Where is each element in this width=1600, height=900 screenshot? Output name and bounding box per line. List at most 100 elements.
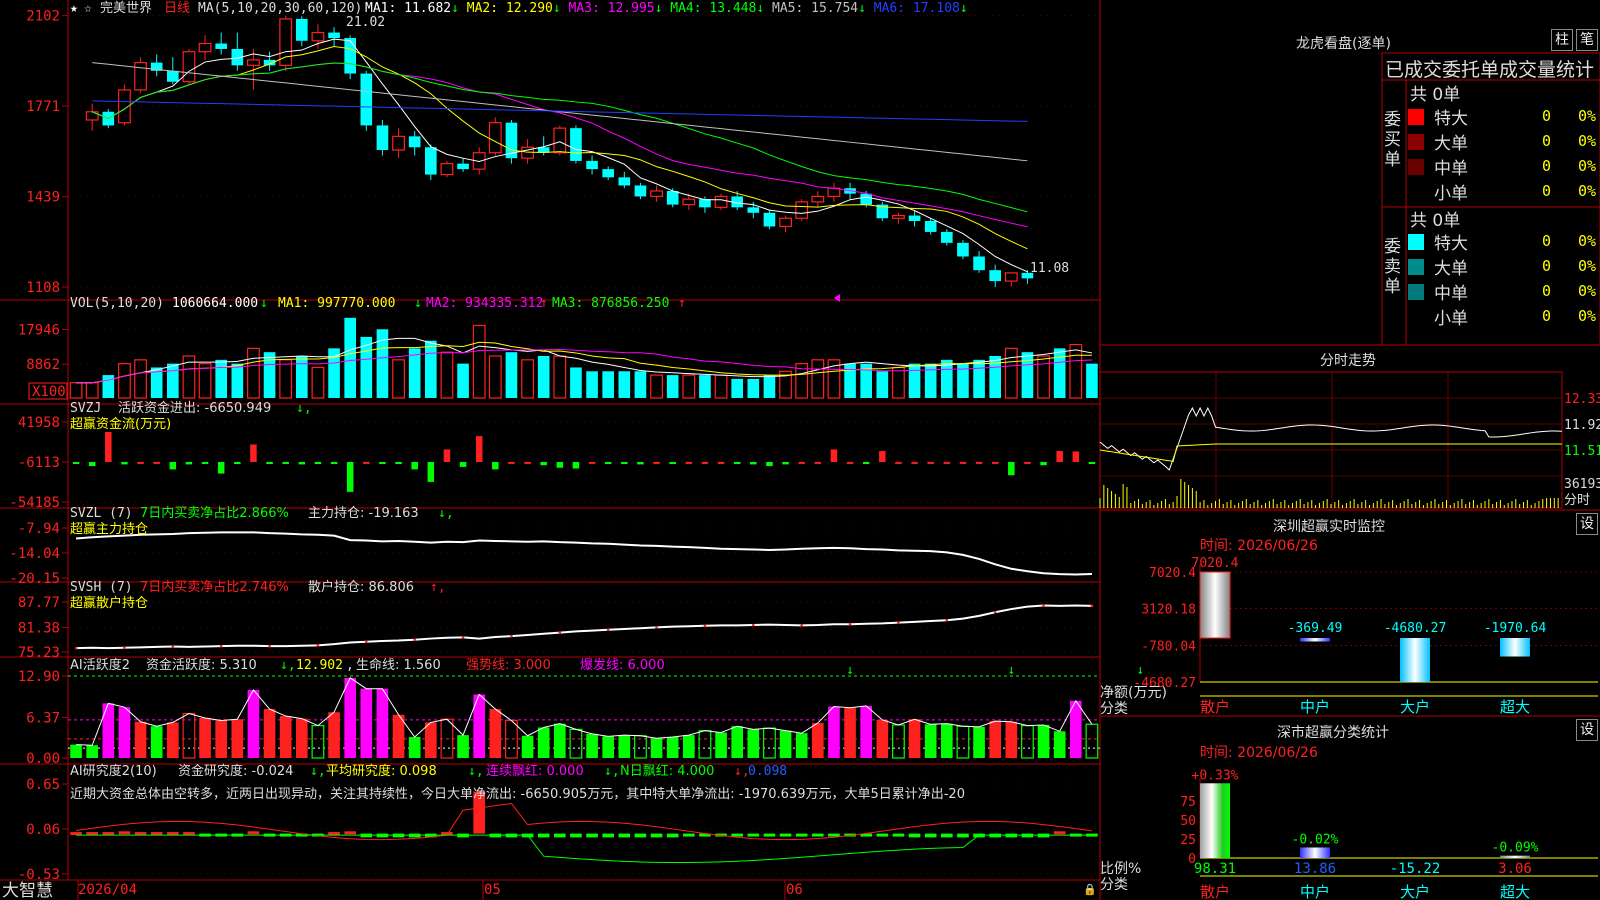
sz-bar-label: -369.49 (1288, 621, 1343, 636)
ma-line (92, 100, 1028, 122)
stats-header: 已成交委托单成交量统计 (1385, 59, 1595, 81)
buy-row-pct: 0% (1578, 107, 1597, 125)
vol-ma1-arrow: ↓ (414, 296, 422, 311)
ai-active-bar (650, 738, 663, 758)
ai-active-bar (457, 735, 469, 758)
ai-active-bar (537, 727, 550, 758)
svzj-bar (588, 461, 596, 464)
volume-bar (392, 359, 405, 399)
ai-research-bar (328, 832, 340, 836)
buy-total: 共 0单 (1410, 85, 1461, 105)
svsh-dot (510, 634, 513, 638)
candle-body (763, 212, 776, 227)
svzj-item: 活跃资金进出: -6650.949 (118, 400, 271, 416)
ai-active-title: AI活跃度2 (70, 657, 130, 673)
svzj-bar (72, 461, 80, 464)
ai-research-bar (602, 833, 614, 838)
bar-mode-button[interactable]: 柱 (1551, 29, 1573, 51)
ss-cat: 中户 (1300, 883, 1330, 900)
svzj-bar (508, 461, 515, 464)
sz-settings-button[interactable]: 设 (1576, 513, 1598, 535)
volume-bar (440, 351, 454, 399)
ss-bar (1200, 783, 1230, 858)
ai-active-i4: 强势线: 3.000 (466, 657, 551, 673)
volume-bar (892, 366, 905, 399)
volume-bar (618, 371, 631, 398)
ai-research-bar (941, 833, 953, 838)
ai-research-bar (779, 833, 792, 837)
candle-body (811, 195, 825, 203)
buy-row-count: 0 (1542, 182, 1552, 200)
buy-side-label: 委买单 (1384, 110, 1401, 170)
ai-research-bar (957, 833, 969, 838)
sell-row-count: 0 (1542, 307, 1552, 325)
candle-body (714, 195, 728, 208)
lh-title: 龙虎看盘(逐单) (1296, 36, 1391, 52)
vol-ma1: MA1: 997770.000 (278, 296, 395, 311)
svzj-bar (524, 461, 531, 464)
svzl-y-label: -20.15 (9, 571, 60, 587)
svzl-y-label: -14.04 (9, 546, 60, 562)
svzj-bar (895, 461, 902, 464)
intraday-y-label: 11.51 (1564, 444, 1600, 459)
volume-bar (650, 374, 663, 399)
volume-bar (1086, 363, 1098, 398)
ai-research-bar (666, 833, 679, 838)
ai-active-bar (328, 712, 340, 758)
lock-icon[interactable]: 🔒 (1083, 883, 1097, 896)
svsh-dot (897, 621, 900, 624)
sz-monitor-bars: 7020.4 3120.18 -780.04 -4680.27 7020.4 散户 -369… (1133, 556, 1598, 716)
candle-body (440, 163, 454, 176)
ai-research-bar (86, 832, 98, 836)
svzj-bar (991, 461, 999, 464)
svsh-y-label: 75.23 (18, 645, 60, 661)
intraday-avg-line (1099, 443, 1562, 462)
svzj-bar (1040, 461, 1047, 466)
ma-legend-item: MA6: 17.108 (874, 1, 960, 16)
ai-research-bar (118, 831, 131, 835)
ai-active-bar (941, 723, 953, 758)
svzj-bar (540, 461, 547, 466)
svzj-bar (637, 461, 644, 465)
ai-active-bar (360, 688, 373, 758)
sell-row-label: 大单 (1434, 259, 1468, 279)
candle-body (198, 42, 212, 53)
volume-bars (69, 317, 1098, 399)
svzj-bar (798, 461, 805, 464)
svzj-bar (750, 461, 757, 465)
volume-bar (457, 363, 469, 398)
ai-research-bar (892, 833, 905, 837)
svzj-bar (556, 461, 564, 468)
x-label-2: 06 (786, 882, 803, 898)
svsh-subtitle: 超赢散户持仓 (70, 595, 148, 611)
ai-active-bar (731, 726, 743, 758)
ss-y-label: 25 (1180, 833, 1196, 848)
candle-body (634, 185, 647, 197)
svzj-arrow: ↓, (296, 401, 312, 416)
ai-active-bar (263, 709, 276, 758)
volume-bar (747, 378, 760, 398)
sell-row-label: 小单 (1434, 309, 1468, 329)
ai-research-bar (554, 833, 566, 838)
ss-settings-button[interactable]: 设 (1576, 719, 1598, 741)
volume-bar (1053, 348, 1066, 398)
sell-row-label: 中单 (1434, 284, 1468, 304)
ai-active-line (76, 677, 1093, 746)
ai-research-bar (586, 833, 598, 838)
svzj-bar (572, 461, 580, 469)
ma-legend-arrow: ↓ (858, 1, 874, 16)
high-price-label: 21.02 (346, 15, 385, 30)
buy-row-pct: 0% (1578, 157, 1597, 175)
svzl-item: 主力持仓: -19.163 (308, 506, 419, 521)
candle-body (215, 43, 227, 49)
ai-active-bar (1053, 731, 1066, 758)
volume-bar (553, 355, 567, 399)
pen-mode-button[interactable]: 笔 (1576, 29, 1598, 51)
vol-title: VOL(5,10,20) (70, 296, 164, 311)
ss-cat: 大户 (1400, 883, 1430, 900)
ss-date: 时间: 2026/06/26 (1200, 745, 1318, 761)
ai-research-bars (70, 791, 1098, 864)
svzj-bar (105, 431, 112, 462)
candle-body (666, 190, 679, 205)
ai-research-y-label: 0.65 (26, 777, 60, 793)
